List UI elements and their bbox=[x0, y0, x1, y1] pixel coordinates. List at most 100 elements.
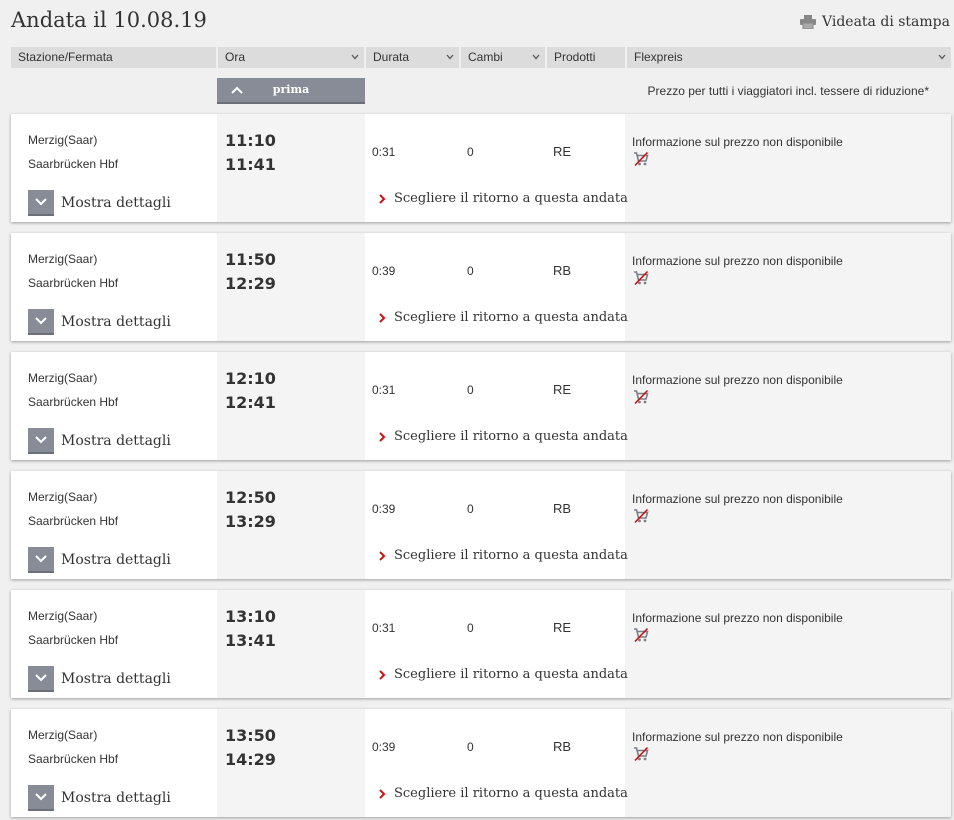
choose-return-link[interactable]: Scegliere il ritorno a questa andata bbox=[378, 548, 628, 563]
changes-count: 0 bbox=[467, 145, 474, 159]
departure-station: Merzig(Saar) bbox=[28, 371, 98, 385]
duration: 0:31 bbox=[372, 621, 396, 635]
show-details-label: Mostra dettagli bbox=[61, 552, 171, 568]
chevron-down-icon bbox=[532, 54, 540, 60]
choose-return-label: Scegliere il ritorno a questa andata bbox=[394, 429, 628, 444]
price-info: Informazione sul prezzo non disponibile bbox=[632, 373, 843, 387]
choose-return-link[interactable]: Scegliere il ritorno a questa andata bbox=[378, 191, 628, 206]
results-header: Stazione/Fermata Ora Durata Cambi Prodot… bbox=[11, 47, 951, 68]
connection-row: Merzig(Saar) Saarbrücken Hbf 11:50 12:29… bbox=[11, 233, 951, 341]
changes-count: 0 bbox=[467, 740, 474, 754]
choose-return-link[interactable]: Scegliere il ritorno a questa andata bbox=[378, 429, 628, 444]
connection-row: Merzig(Saar) Saarbrücken Hbf 13:10 13:41… bbox=[11, 590, 951, 698]
chevron-right-icon bbox=[379, 669, 386, 680]
product-type: RB bbox=[553, 263, 572, 278]
chevron-right-icon bbox=[379, 431, 386, 442]
arrival-time: 12:41 bbox=[225, 393, 276, 412]
changes-count: 0 bbox=[467, 383, 474, 397]
chevron-down-icon bbox=[35, 198, 47, 206]
shopping-cart-unavailable-icon bbox=[634, 627, 649, 643]
chevron-right-icon bbox=[379, 312, 386, 323]
arrival-station: Saarbrücken Hbf bbox=[28, 395, 119, 409]
column-products: Prodotti bbox=[547, 47, 625, 68]
show-details-button[interactable]: Mostra dettagli bbox=[28, 190, 171, 216]
chevron-down-icon bbox=[446, 54, 454, 60]
product-type: RE bbox=[553, 382, 572, 397]
chevron-down-icon bbox=[35, 555, 47, 563]
chevron-down-icon bbox=[351, 54, 359, 60]
chevron-down-icon bbox=[35, 793, 47, 801]
choose-return-link[interactable]: Scegliere il ritorno a questa andata bbox=[378, 786, 628, 801]
product-type: RB bbox=[553, 739, 572, 754]
arrival-time: 11:41 bbox=[225, 155, 276, 174]
departure-time: 13:50 bbox=[225, 726, 276, 745]
earlier-connections-button[interactable]: prima bbox=[217, 78, 365, 104]
departure-station: Merzig(Saar) bbox=[28, 728, 98, 742]
departure-time: 11:10 bbox=[225, 131, 276, 150]
print-view-label: Videata di stampa bbox=[822, 14, 950, 30]
price-note: Prezzo per tutti i viaggiatori incl. tes… bbox=[647, 84, 929, 98]
price-info: Informazione sul prezzo non disponibile bbox=[632, 611, 843, 625]
chevron-up-icon bbox=[231, 86, 243, 94]
shopping-cart-unavailable-icon bbox=[634, 151, 649, 167]
duration: 0:31 bbox=[372, 383, 396, 397]
show-details-button[interactable]: Mostra dettagli bbox=[28, 785, 171, 811]
departure-station: Merzig(Saar) bbox=[28, 252, 98, 266]
show-details-label: Mostra dettagli bbox=[61, 433, 171, 449]
product-type: RE bbox=[553, 144, 572, 159]
choose-return-link[interactable]: Scegliere il ritorno a questa andata bbox=[378, 667, 628, 682]
departure-station: Merzig(Saar) bbox=[28, 609, 98, 623]
departure-time: 12:10 bbox=[225, 369, 276, 388]
shopping-cart-unavailable-icon bbox=[634, 508, 649, 524]
product-type: RB bbox=[553, 501, 572, 516]
price-info: Informazione sul prezzo non disponibile bbox=[632, 135, 843, 149]
price-info: Informazione sul prezzo non disponibile bbox=[632, 254, 843, 268]
arrival-station: Saarbrücken Hbf bbox=[28, 514, 119, 528]
shopping-cart-unavailable-icon bbox=[634, 270, 649, 286]
show-details-label: Mostra dettagli bbox=[61, 314, 171, 330]
connection-row: Merzig(Saar) Saarbrücken Hbf 12:10 12:41… bbox=[11, 352, 951, 460]
print-view-link[interactable]: Videata di stampa bbox=[800, 14, 950, 30]
choose-return-label: Scegliere il ritorno a questa andata bbox=[394, 667, 628, 682]
duration: 0:39 bbox=[372, 740, 396, 754]
shopping-cart-unavailable-icon bbox=[634, 746, 649, 762]
show-details-button[interactable]: Mostra dettagli bbox=[28, 666, 171, 692]
choose-return-label: Scegliere il ritorno a questa andata bbox=[394, 548, 628, 563]
departure-time: 13:10 bbox=[225, 607, 276, 626]
changes-count: 0 bbox=[467, 264, 474, 278]
chevron-down-icon bbox=[938, 54, 946, 60]
product-type: RE bbox=[553, 620, 572, 635]
departure-station: Merzig(Saar) bbox=[28, 133, 98, 147]
printer-icon bbox=[800, 15, 816, 29]
connection-row: Merzig(Saar) Saarbrücken Hbf 12:50 13:29… bbox=[11, 471, 951, 579]
connection-row: Merzig(Saar) Saarbrücken Hbf 13:50 14:29… bbox=[11, 709, 951, 817]
show-details-button[interactable]: Mostra dettagli bbox=[28, 547, 171, 573]
show-details-button[interactable]: Mostra dettagli bbox=[28, 309, 171, 335]
arrival-time: 14:29 bbox=[225, 750, 276, 769]
arrival-station: Saarbrücken Hbf bbox=[28, 157, 119, 171]
arrival-time: 12:29 bbox=[225, 274, 276, 293]
arrival-station: Saarbrücken Hbf bbox=[28, 752, 119, 766]
show-details-label: Mostra dettagli bbox=[61, 671, 171, 687]
arrival-station: Saarbrücken Hbf bbox=[28, 276, 119, 290]
column-flexpreis[interactable]: Flexpreis bbox=[627, 47, 951, 68]
departure-station: Merzig(Saar) bbox=[28, 490, 98, 504]
departure-time: 12:50 bbox=[225, 488, 276, 507]
column-duration[interactable]: Durata bbox=[366, 47, 459, 68]
arrival-time: 13:29 bbox=[225, 512, 276, 531]
page-title: Andata il 10.08.19 bbox=[11, 8, 207, 32]
chevron-right-icon bbox=[379, 550, 386, 561]
arrival-station: Saarbrücken Hbf bbox=[28, 633, 119, 647]
column-time[interactable]: Ora bbox=[218, 47, 364, 68]
choose-return-link[interactable]: Scegliere il ritorno a questa andata bbox=[378, 310, 628, 325]
chevron-right-icon bbox=[379, 788, 386, 799]
show-details-label: Mostra dettagli bbox=[61, 790, 171, 806]
changes-count: 0 bbox=[467, 621, 474, 635]
show-details-label: Mostra dettagli bbox=[61, 195, 171, 211]
column-changes[interactable]: Cambi bbox=[461, 47, 545, 68]
duration: 0:39 bbox=[372, 502, 396, 516]
show-details-button[interactable]: Mostra dettagli bbox=[28, 428, 171, 454]
chevron-down-icon bbox=[35, 317, 47, 325]
price-info: Informazione sul prezzo non disponibile bbox=[632, 492, 843, 506]
price-info: Informazione sul prezzo non disponibile bbox=[632, 730, 843, 744]
